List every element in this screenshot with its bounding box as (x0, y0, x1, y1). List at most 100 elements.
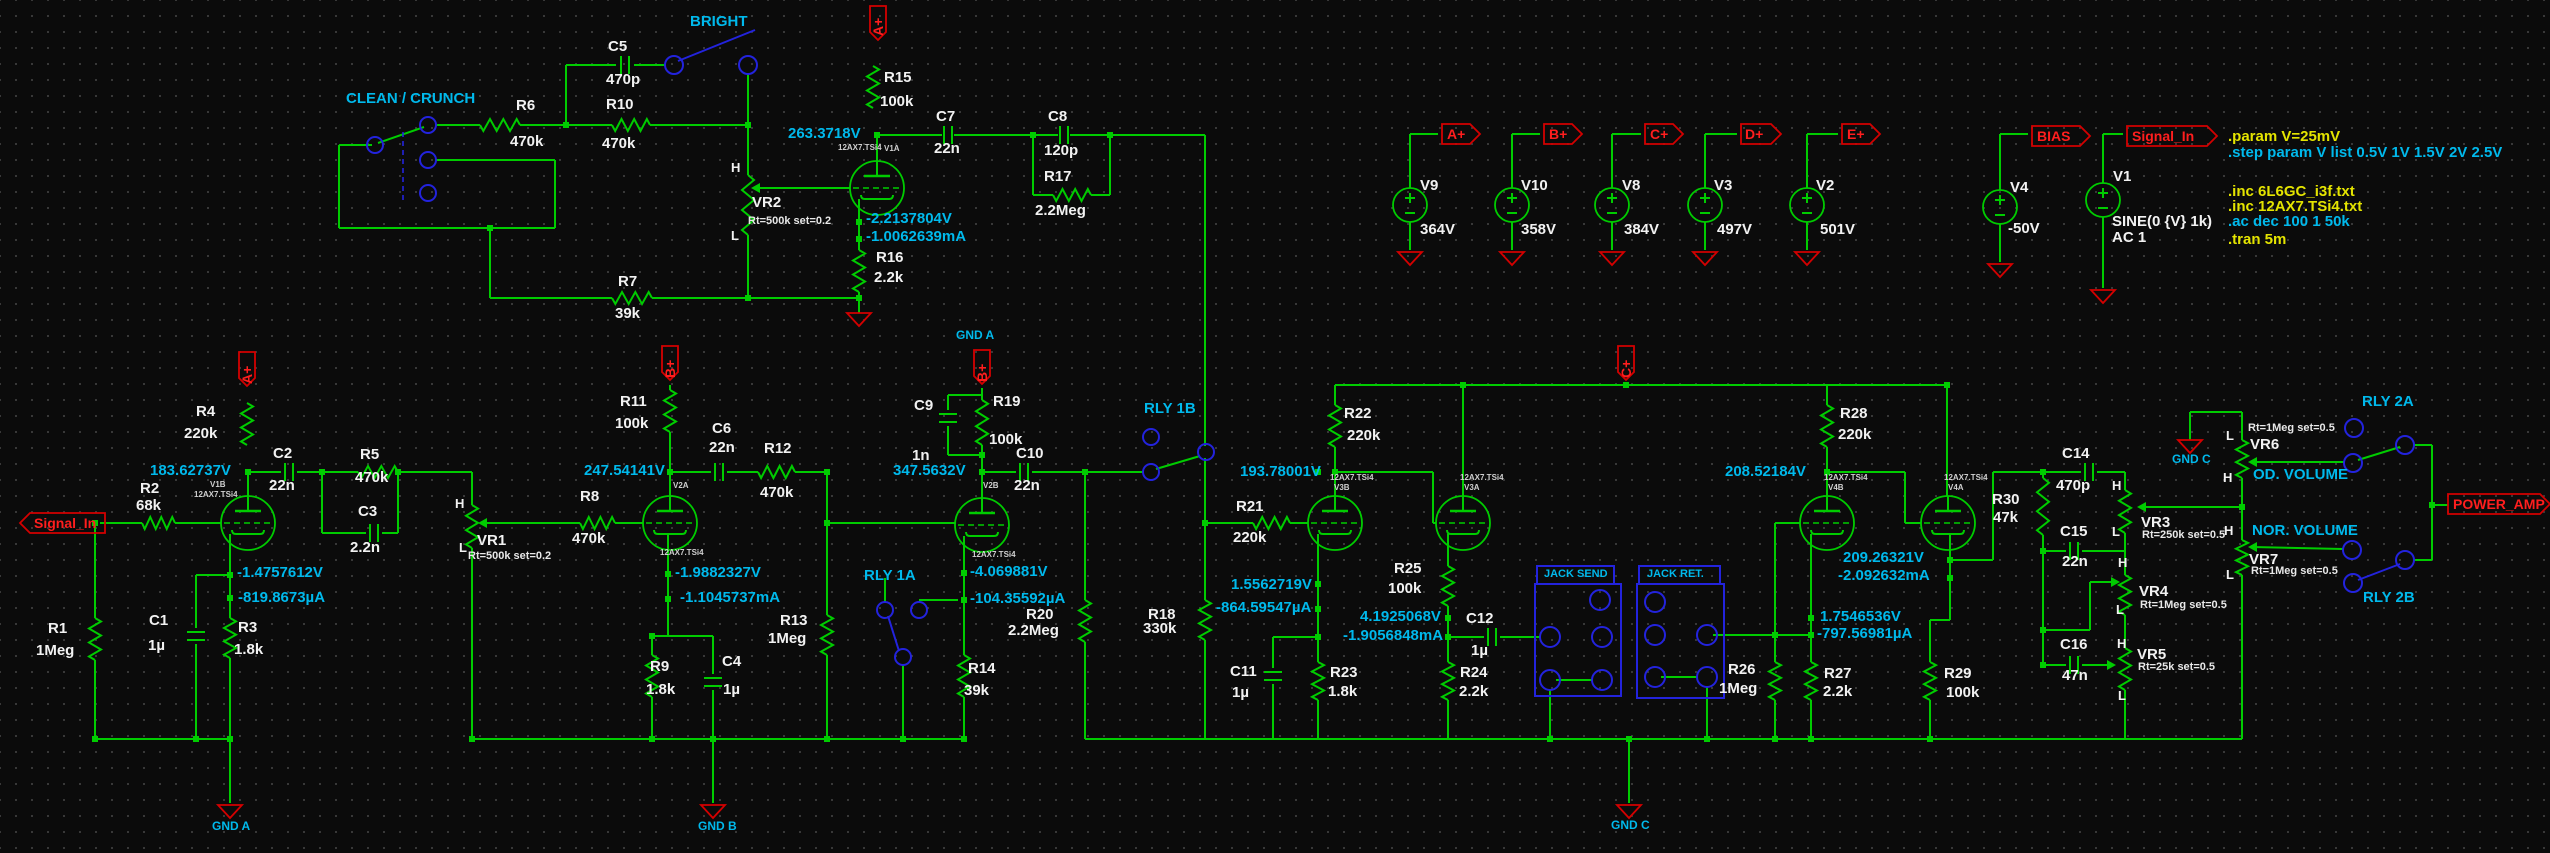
triode-tube-t3[interactable] (955, 498, 1009, 552)
triode-tube-t7[interactable] (1921, 496, 1975, 550)
flag-text[interactable]: A+ (1447, 127, 1465, 142)
capacitor-C4[interactable] (704, 678, 722, 686)
resistor-R18[interactable] (1199, 600, 1211, 640)
flag-text[interactable]: BIAS (2037, 129, 2070, 144)
potentiometer-VR5[interactable] (2119, 648, 2131, 690)
wire[interactable] (2252, 547, 2343, 549)
capacitor-C6[interactable] (715, 463, 723, 481)
switch-contact[interactable] (420, 117, 436, 133)
resistor-R19[interactable] (976, 400, 988, 445)
resistor-R22[interactable] (1329, 405, 1341, 447)
resistor-R20[interactable] (1079, 600, 1091, 642)
flag-text[interactable]: Signal_In (2132, 129, 2194, 144)
net-current-label: -1.9056848mA (1343, 628, 1443, 644)
resistor-R6[interactable] (480, 119, 520, 131)
flag-text-rotated[interactable]: B+ (975, 364, 990, 382)
switch-lever[interactable] (888, 616, 899, 651)
resistor-R21[interactable] (1253, 517, 1290, 529)
flag-text-rotated[interactable]: A+ (871, 18, 886, 36)
jack-box[interactable] (1637, 584, 1724, 698)
triode-tube-t6[interactable] (1800, 496, 1854, 550)
resistor-R30[interactable] (2037, 478, 2049, 535)
switch-contact[interactable] (1143, 429, 1159, 445)
resistor-R26[interactable] (1769, 662, 1781, 700)
wire[interactable] (2358, 447, 2400, 460)
flag-text[interactable]: E+ (1847, 127, 1865, 142)
potentiometer-VR7[interactable] (2236, 540, 2248, 575)
switch-contact[interactable] (2345, 419, 2363, 437)
net-current-label: -819.8673µA (238, 590, 325, 606)
resistor-R11[interactable] (664, 390, 676, 432)
flag-text[interactable]: C+ (1650, 127, 1668, 142)
resistor-R2[interactable] (142, 517, 175, 529)
flag-text[interactable]: POWER_AMP (2453, 497, 2545, 512)
switch-contact[interactable] (877, 602, 893, 618)
resistor-R15[interactable] (867, 66, 879, 108)
triode-tube-t4[interactable] (1308, 496, 1362, 550)
tube-designator: V3A (1464, 484, 1480, 492)
resistor-R28[interactable] (1821, 405, 1833, 447)
capacitor-C11[interactable] (1264, 672, 1282, 680)
directive-tran[interactable]: .tran 5m (2228, 232, 2286, 248)
resistor-R17[interactable] (1053, 189, 1091, 201)
triode-tube-t2[interactable] (643, 496, 697, 550)
resistor-R1[interactable] (89, 618, 101, 660)
resistor-R25[interactable] (1442, 566, 1454, 606)
resistor-R4[interactable] (241, 403, 253, 445)
resistor-R29[interactable] (1924, 662, 1936, 700)
flag-text[interactable]: D+ (1745, 127, 1763, 142)
resistor-R23[interactable] (1312, 662, 1324, 700)
switch-lever[interactable] (2358, 564, 2400, 580)
resistor-R13[interactable] (821, 615, 833, 655)
tube-designator: V2A (673, 482, 689, 490)
resistor-R12[interactable] (758, 466, 795, 478)
resistor-R8[interactable] (580, 517, 615, 529)
switch-contact[interactable] (1143, 464, 1159, 480)
switch-contact[interactable] (739, 56, 757, 74)
resistor-label: R29 (1944, 666, 1972, 682)
flag-text-rotated[interactable]: A+ (240, 366, 255, 384)
net-voltage-label: 347.5632V (893, 463, 966, 479)
directive-param[interactable]: .param V=25mV (2228, 129, 2340, 145)
triode-tube-t5[interactable] (1436, 496, 1490, 550)
switch-contact[interactable] (2396, 436, 2414, 454)
switch-contact[interactable] (2344, 574, 2362, 592)
capacitor-C9[interactable] (939, 414, 957, 422)
flag-text[interactable]: B+ (1549, 127, 1567, 142)
switch-contact[interactable] (2343, 541, 2361, 559)
switch-contact[interactable] (665, 56, 683, 74)
resistor-R7[interactable] (612, 292, 652, 304)
capacitor-C1[interactable] (187, 632, 205, 640)
flag-text-rotated[interactable]: B+ (663, 360, 678, 378)
switch-contact[interactable] (911, 602, 927, 618)
switch-contact[interactable] (1645, 625, 1665, 645)
wire[interactable] (1156, 456, 1200, 469)
wire[interactable] (378, 127, 424, 143)
resistor-R16[interactable] (853, 250, 865, 292)
switch-contact[interactable] (1198, 444, 1214, 460)
switch-contact[interactable] (1697, 667, 1717, 687)
capacitor-value: 1µ (723, 682, 740, 698)
flag-text[interactable]: Signal_In (34, 516, 96, 531)
switch-contact[interactable] (1592, 627, 1612, 647)
switch-contact[interactable] (1592, 670, 1612, 690)
potentiometer-VR3[interactable] (2119, 490, 2131, 533)
triode-tube-t1[interactable] (221, 496, 275, 550)
switch-contact[interactable] (1540, 627, 1560, 647)
triode-tube-t8[interactable] (850, 161, 904, 215)
directive-step[interactable]: .step param V list 0.5V 1V 1.5V 2V 2.5V (2228, 145, 2502, 161)
resistor-R24[interactable] (1442, 662, 1454, 700)
schematic-canvas[interactable]: R11MegR268kR31.8kR4220kR5470kR6470kR739k… (0, 0, 2550, 853)
switch-contact[interactable] (895, 649, 911, 665)
switch-contact[interactable] (2396, 551, 2414, 569)
potentiometer-VR6[interactable] (2236, 440, 2248, 478)
capacitor-C12[interactable] (1488, 628, 1496, 646)
directive-ac[interactable]: .ac dec 100 1 50k (2228, 214, 2350, 230)
resistor-R10[interactable] (612, 119, 650, 131)
switch-contact[interactable] (1645, 592, 1665, 612)
flag-text-rotated[interactable]: C+ (1619, 360, 1634, 378)
resistor-R27[interactable] (1805, 662, 1817, 700)
switch-contact[interactable] (420, 185, 436, 201)
switch-contact[interactable] (1590, 590, 1610, 610)
switch-contact[interactable] (420, 152, 436, 168)
